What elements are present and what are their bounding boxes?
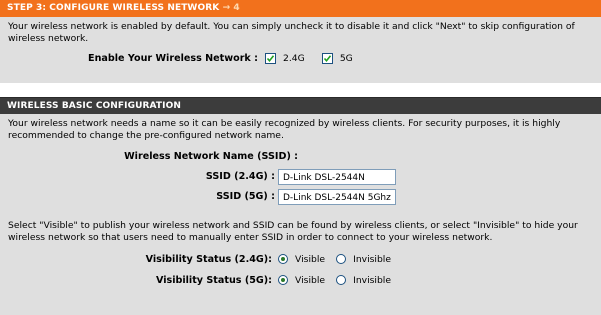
step-arrow: → 4 — [222, 3, 240, 13]
ssid-24g-label: SSID (2.4G) : — [205, 171, 275, 182]
enable-5g-checkbox[interactable] — [321, 52, 333, 64]
enable-5g-label: 5G — [339, 53, 353, 64]
checkmark-icon — [323, 54, 331, 62]
enable-wireless-label: Enable Your Wireless Network : — [88, 53, 258, 64]
visible-label: Visible — [295, 254, 326, 265]
step3-header: STEP 3: CONFIGURE WIRELESS NETWORK → 4 — [0, 0, 601, 17]
enable-wireless-row: Enable Your Wireless Network : 2.4G 5G — [0, 50, 601, 68]
visibility-24g-label: Visibility Status (2.4G): — [145, 254, 272, 265]
step3-description: Your wireless network is enabled by defa… — [8, 21, 575, 44]
visible-label: Visible — [295, 275, 326, 286]
ssid-5g-label: SSID (5G) : — [216, 191, 275, 202]
step3-title: STEP 3: CONFIGURE WIRELESS NETWORK — [7, 3, 220, 13]
basic-config-description: Your wireless network needs a name so it… — [8, 118, 561, 141]
visibility-24g-invisible-radio[interactable] — [336, 254, 347, 264]
visibility-5g-label: Visibility Status (5G): — [155, 275, 272, 286]
section-gap — [0, 83, 601, 97]
basic-config-header: WIRELESS BASIC CONFIGURATION — [0, 97, 601, 114]
basic-config-section: WIRELESS BASIC CONFIGURATION Your wirele… — [0, 97, 601, 315]
checkmark-icon — [266, 54, 275, 62]
visibility-24g-visible-radio[interactable] — [278, 254, 288, 264]
visibility-5g-invisible-radio[interactable] — [336, 275, 347, 285]
enable-24g-label: 2.4G — [283, 53, 305, 64]
visibility-5g-row: Visibility Status (5G): Visible Invisibl… — [0, 272, 601, 290]
invisible-label: Invisible — [353, 275, 392, 286]
ssid-heading: Wireless Network Name (SSID) : — [124, 151, 298, 162]
visibility-24g-row: Visibility Status (2.4G): Visible Invisi… — [0, 251, 601, 269]
step3-section: STEP 3: CONFIGURE WIRELESS NETWORK → 4 Y… — [0, 0, 601, 83]
wizard-page: STEP 3: CONFIGURE WIRELESS NETWORK → 4 Y… — [0, 0, 601, 315]
visibility-5g-visible-radio[interactable] — [278, 275, 288, 285]
enable-24g-checkbox[interactable] — [265, 52, 276, 64]
ssid-5g-input[interactable]: D-Link DSL-2544N 5Ghz — [278, 189, 396, 205]
ssid-24g-input[interactable]: D-Link DSL-2544N — [278, 169, 396, 185]
visibility-description: Select "Visible" to publish your wireles… — [8, 220, 578, 243]
invisible-label: Invisible — [353, 254, 392, 265]
